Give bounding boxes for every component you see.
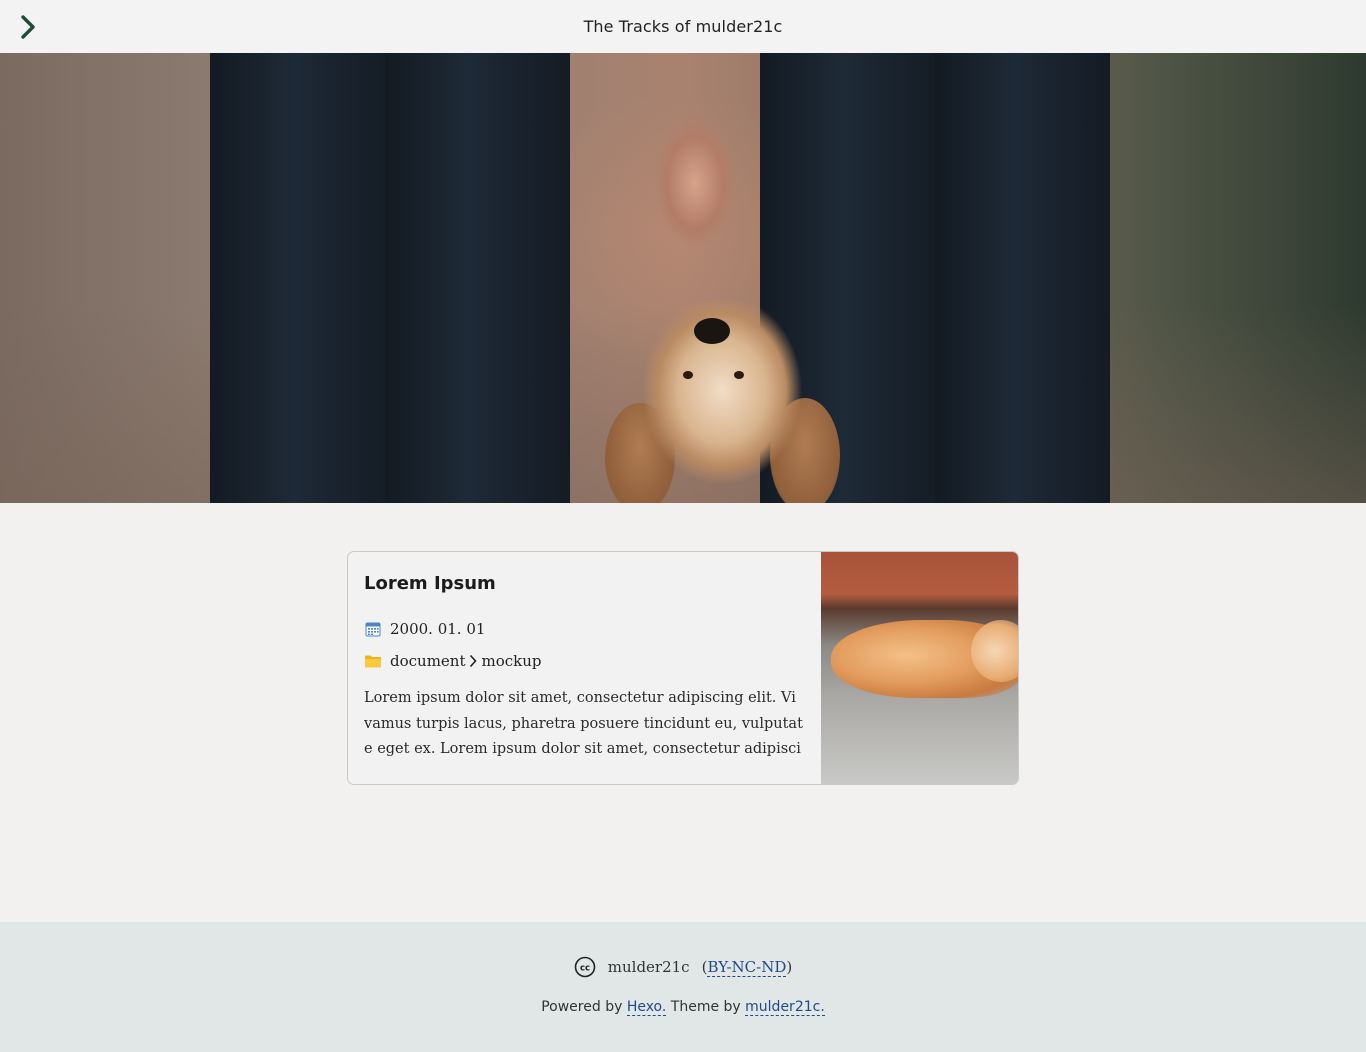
- powered-by-text: Powered by: [541, 999, 627, 1015]
- license-link[interactable]: BY-NC-ND: [707, 958, 787, 977]
- post-date-text: 2000. 01. 01: [390, 620, 486, 638]
- top-bar: The Tracks of mulder21c: [0, 0, 1366, 54]
- post-excerpt: Lorem ipsum dolor sit amet, consectetur …: [364, 690, 803, 757]
- category-link-document[interactable]: document: [390, 652, 465, 670]
- license-paren-close: ): [786, 958, 793, 976]
- license-author: mulder21c: [607, 958, 690, 976]
- post-date: 2000. 01. 01: [364, 616, 804, 642]
- hero-image: [0, 53, 1366, 503]
- post-categories: document mockup: [364, 648, 804, 674]
- category-link-mockup[interactable]: mockup: [481, 652, 541, 670]
- post-card[interactable]: Lorem Ipsum 2000. 01. 01 document mockup…: [347, 551, 1019, 785]
- site-footer: cc mulder21c (BY-NC-ND) Powered by Hexo.…: [0, 922, 1366, 1052]
- creative-commons-icon: cc: [574, 956, 596, 978]
- chevron-right-icon[interactable]: [14, 12, 42, 42]
- theme-by-text: Theme by: [666, 999, 746, 1015]
- powered-by-line: Powered by Hexo. Theme by mulder21c.: [0, 999, 1366, 1016]
- svg-text:cc: cc: [580, 964, 590, 974]
- calendar-icon: [364, 620, 382, 638]
- theme-author-link[interactable]: mulder21c.: [745, 999, 825, 1016]
- post-title[interactable]: Lorem Ipsum: [364, 570, 804, 598]
- hexo-link[interactable]: Hexo.: [626, 999, 667, 1016]
- chevron-right-icon: [469, 654, 478, 668]
- post-thumbnail[interactable]: [821, 552, 1018, 784]
- site-title[interactable]: The Tracks of mulder21c: [584, 17, 783, 36]
- post-card-body: Lorem Ipsum 2000. 01. 01 document mockup…: [364, 570, 804, 763]
- folder-icon: [364, 652, 382, 670]
- license-line: cc mulder21c (BY-NC-ND): [0, 956, 1366, 978]
